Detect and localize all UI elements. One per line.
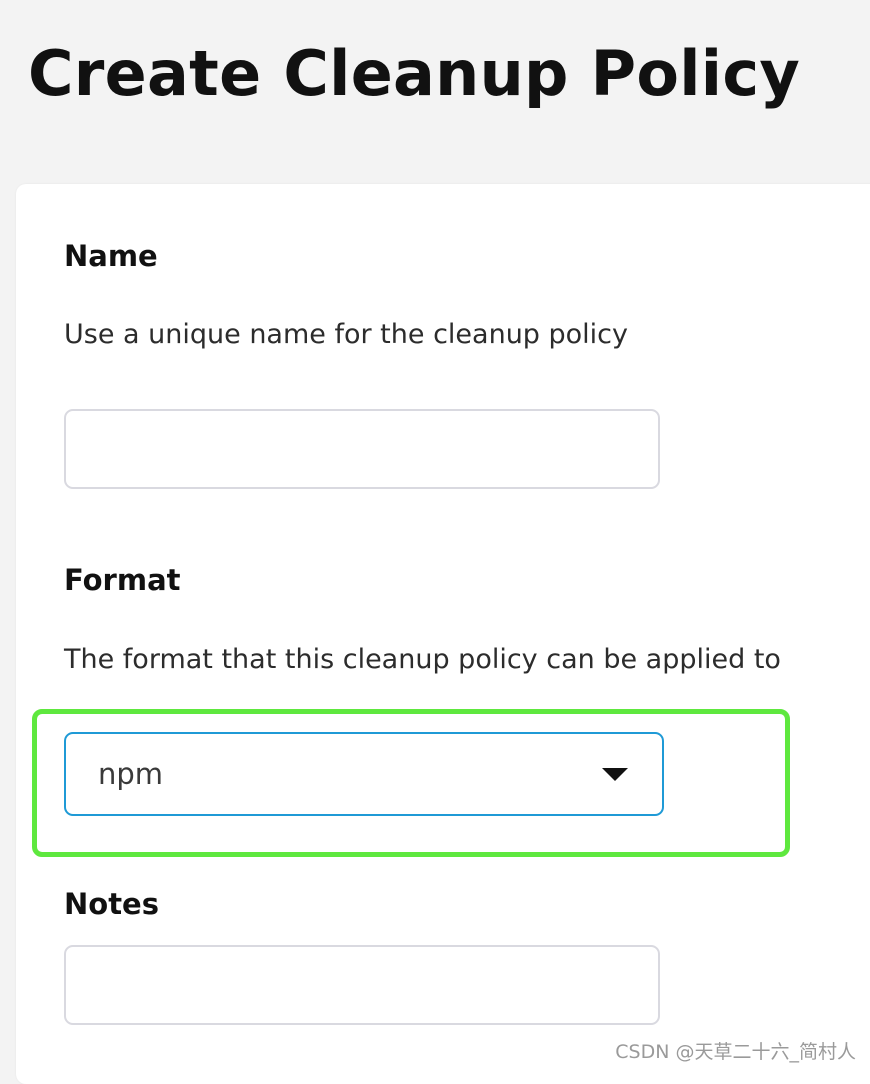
- notes-input[interactable]: [64, 945, 660, 1025]
- format-select[interactable]: npm: [64, 732, 664, 816]
- name-help-text: Use a unique name for the cleanup policy: [64, 319, 629, 350]
- page-title: Create Cleanup Policy: [28, 37, 801, 110]
- name-input[interactable]: [64, 409, 660, 489]
- caret-down-icon: [602, 767, 628, 781]
- format-help-text: The format that this cleanup policy can …: [64, 644, 781, 675]
- format-label: Format: [64, 563, 181, 597]
- name-label: Name: [64, 239, 158, 273]
- notes-label: Notes: [64, 887, 159, 921]
- watermark-text: CSDN @天草二十六_简村人: [615, 1041, 856, 1063]
- format-selected-value: npm: [98, 757, 164, 791]
